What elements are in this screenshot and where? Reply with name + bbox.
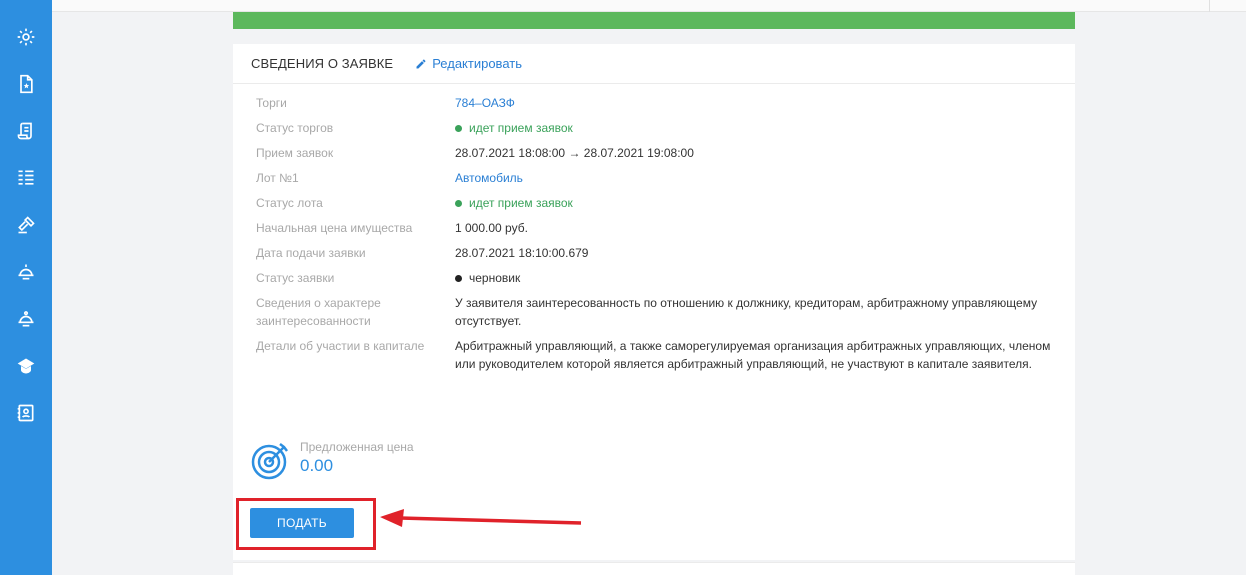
detail-value: Арбитражный управляющий, а также саморег… (455, 339, 1051, 371)
submit-button[interactable]: ПОДАТЬ (250, 508, 354, 538)
next-section-card (233, 562, 1075, 575)
detail-label: Торги (256, 96, 287, 110)
detail-row-auction-status: Статус торгов идет прием заявок (256, 119, 1056, 137)
bell-icon[interactable] (15, 261, 37, 283)
detail-value: 1 000.00 руб. (455, 221, 528, 235)
detail-value: 28.07.2021 18:10:00.679 (455, 246, 589, 260)
status-text: черновик (469, 271, 521, 285)
detail-row-acceptance-period: Прием заявок 28.07.2021 18:08:00 → 28.07… (256, 144, 1056, 162)
offered-price: Предложенная цена 0.00 (250, 440, 414, 480)
detail-label: Статус лота (256, 196, 323, 210)
offered-price-value: 0.00 (300, 456, 334, 475)
application-details-card: СВЕДЕНИЯ О ЗАЯВКЕ Редактировать Торги 78… (233, 44, 1075, 560)
status-dot (455, 274, 462, 282)
detail-row-interest: Сведения о характере заинтересованности … (256, 294, 1056, 330)
detail-row-auction: Торги 784–ОАЗФ (256, 94, 1056, 112)
detail-row-start-price: Начальная цена имущества 1 000.00 руб. (256, 219, 1056, 237)
detail-row-application-status: Статус заявки черновик (256, 269, 1056, 287)
target-icon (251, 443, 288, 480)
pointer-arrow (380, 509, 582, 527)
edit-link-label: Редактировать (432, 56, 522, 71)
detail-row-capital: Детали об участии в капитале Арбитражный… (256, 337, 1056, 373)
bell-outline-icon[interactable] (15, 308, 37, 330)
status-badge: идет прием заявок (455, 194, 1056, 212)
contacts-icon[interactable] (15, 402, 37, 424)
detail-label: Начальная цена имущества (256, 221, 413, 235)
detail-label: Лот №1 (256, 171, 299, 185)
detail-row-lot: Лот №1 Автомобиль (256, 169, 1056, 187)
detail-label: Сведения о характере заинтересованности (256, 296, 381, 328)
gavel-icon[interactable] (15, 214, 37, 236)
detail-value: 28.07.2021 18:08:00 → 28.07.2021 19:08:0… (455, 146, 694, 160)
detail-row-lot-status: Статус лота идет прием заявок (256, 194, 1056, 212)
detail-value: У заявителя заинтересованность по отноше… (455, 296, 1038, 328)
card-header: СВЕДЕНИЯ О ЗАЯВКЕ Редактировать (233, 44, 1075, 84)
detail-label: Статус заявки (256, 271, 335, 285)
card-title: СВЕДЕНИЯ О ЗАЯВКЕ (251, 56, 394, 71)
detail-label: Детали об участии в капитале (256, 339, 425, 353)
top-bar-divider (1209, 0, 1210, 12)
scroll-icon[interactable] (15, 120, 37, 142)
detail-label: Статус торгов (256, 121, 334, 135)
status-badge: идет прием заявок (455, 119, 1056, 137)
detail-label: Дата подачи заявки (256, 246, 366, 260)
status-text: идет прием заявок (469, 196, 573, 210)
lot-link[interactable]: Автомобиль (455, 169, 1056, 187)
top-bar (52, 0, 1246, 12)
detail-row-submission-date: Дата подачи заявки 28.07.2021 18:10:00.6… (256, 244, 1056, 262)
cap-icon[interactable] (15, 355, 37, 377)
detail-label: Прием заявок (256, 146, 334, 160)
auction-link[interactable]: 784–ОАЗФ (455, 94, 1056, 112)
status-dot (455, 199, 462, 207)
edit-link[interactable]: Редактировать (415, 56, 522, 71)
offered-price-label: Предложенная цена (300, 440, 414, 454)
document-icon[interactable] (15, 73, 37, 95)
status-text: идет прием заявок (469, 121, 573, 135)
settings-icon[interactable] (15, 26, 37, 48)
status-banner (233, 12, 1075, 29)
sidebar (0, 0, 52, 575)
status-badge: черновик (455, 269, 1056, 287)
pencil-icon (416, 59, 426, 68)
details-list: Торги 784–ОАЗФ Статус торгов идет прием … (256, 94, 1056, 380)
list-icon[interactable] (15, 167, 37, 189)
status-dot (455, 124, 462, 132)
